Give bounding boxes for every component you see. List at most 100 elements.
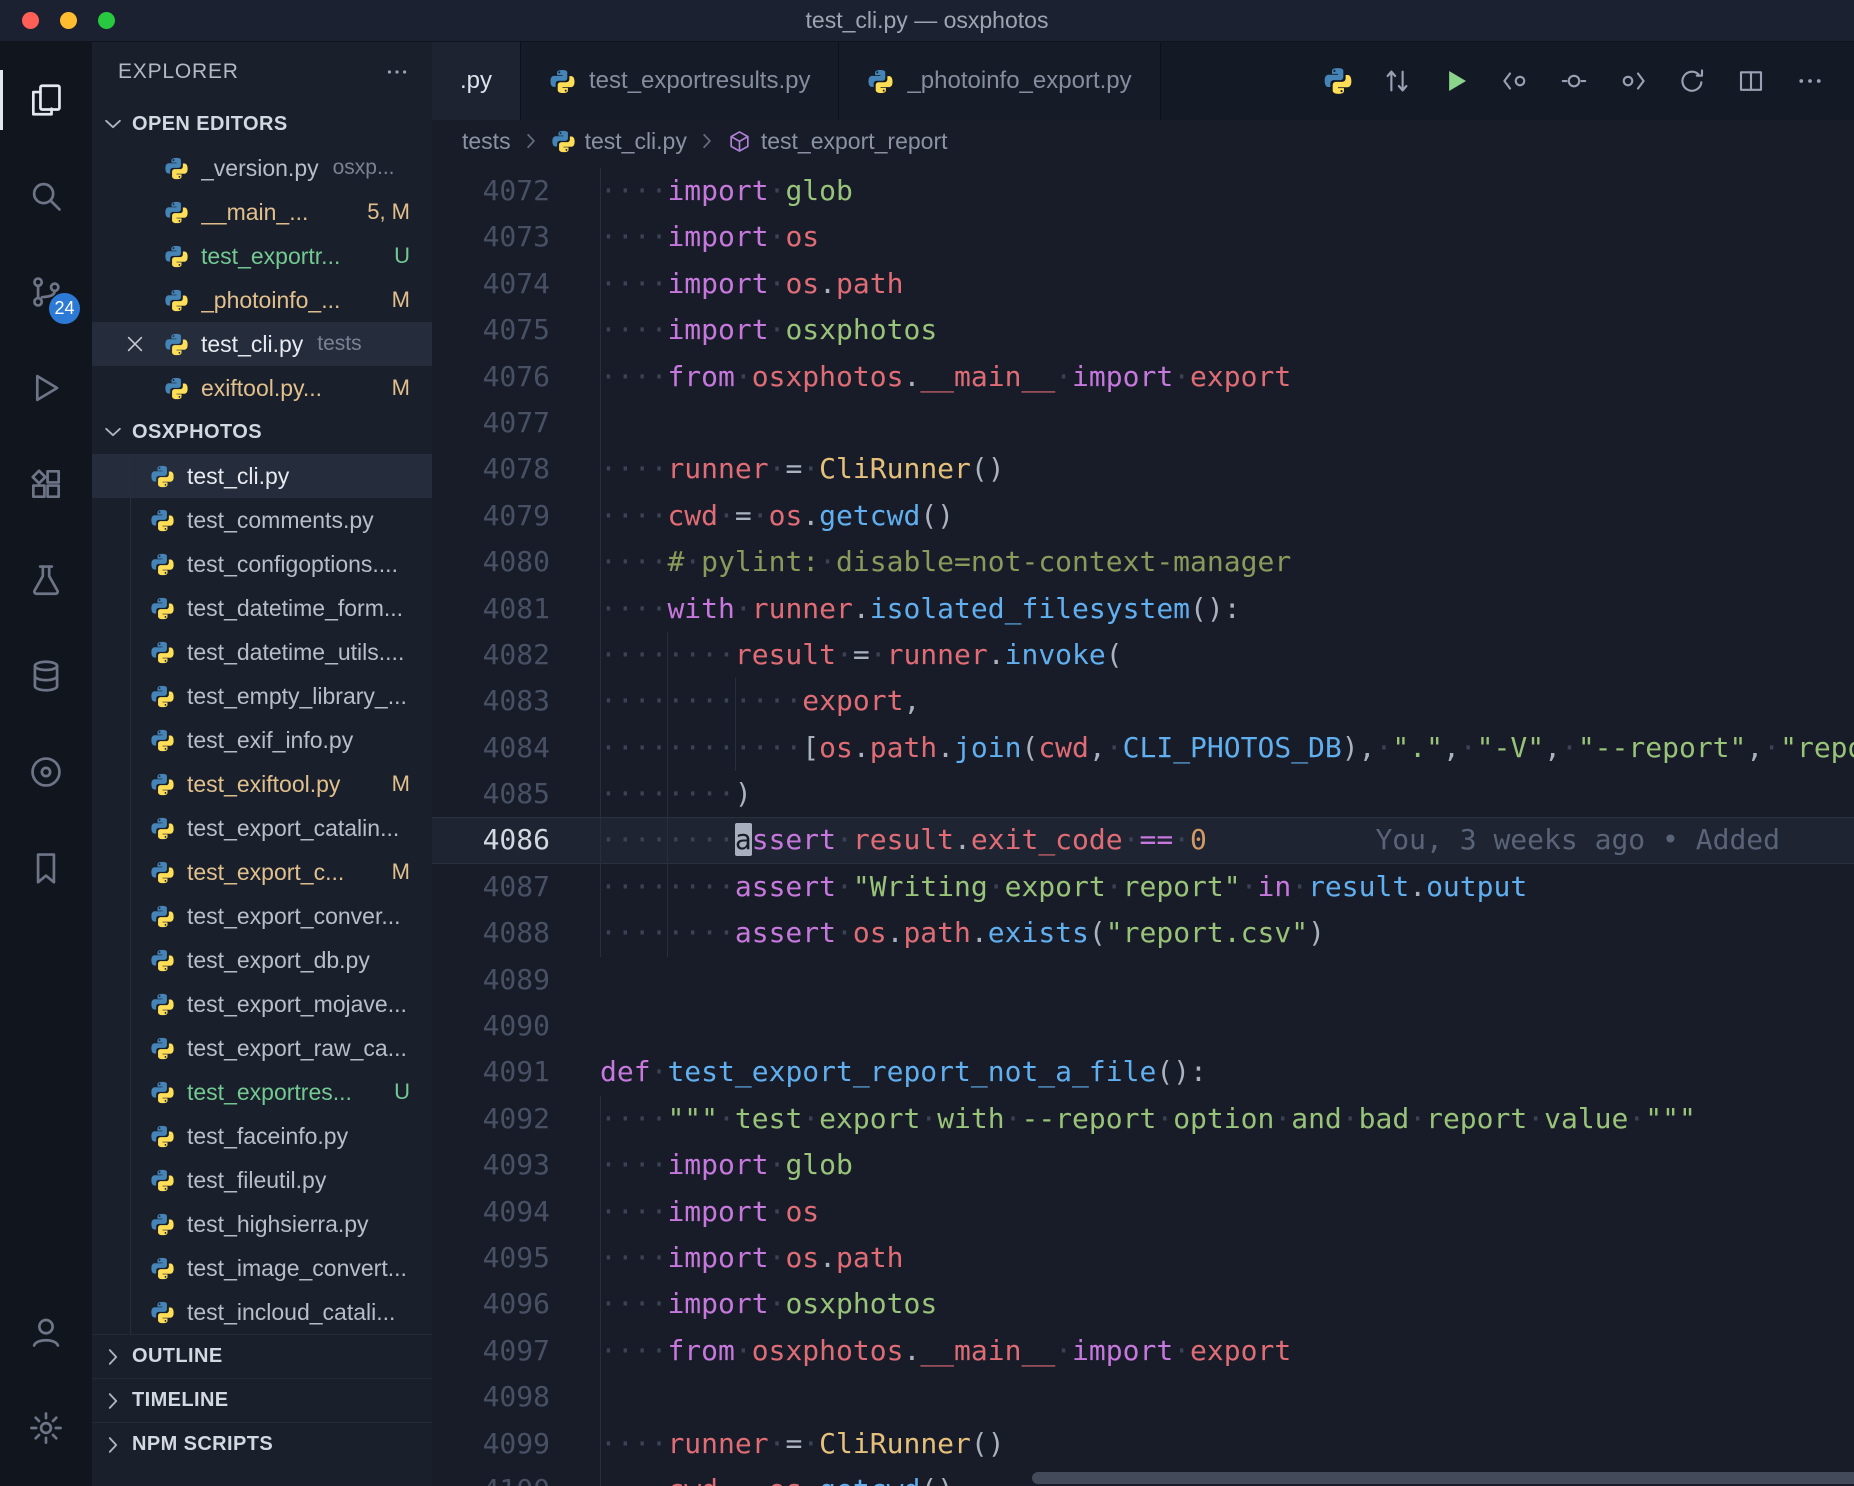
activity-bar-item-extensions[interactable] <box>0 436 92 532</box>
line-number[interactable]: 4080 <box>432 539 550 585</box>
line-number[interactable]: 4081 <box>432 586 550 632</box>
close-window-button[interactable] <box>22 12 39 29</box>
file-tree-item[interactable]: test_exif_info.py <box>92 718 432 762</box>
code-line[interactable]: 4082········result·=·runner.invoke( <box>432 632 1854 678</box>
line-number[interactable]: 4085 <box>432 771 550 817</box>
activity-bar-item-explorer[interactable] <box>0 52 92 148</box>
line-number[interactable]: 4077 <box>432 400 550 446</box>
code-line[interactable]: 4097····from·osxphotos.__main__·import·e… <box>432 1328 1854 1374</box>
activity-bar-item-run-debug[interactable] <box>0 340 92 436</box>
code-line[interactable]: 4072····import·glob <box>432 168 1854 214</box>
line-number[interactable]: 4084 <box>432 725 550 771</box>
line-number[interactable]: 4088 <box>432 910 550 956</box>
file-tree-item[interactable]: test_export_db.py <box>92 938 432 982</box>
open-editors-header[interactable]: OPEN EDITORS <box>92 102 432 146</box>
code-line[interactable]: 4077 <box>432 400 1854 446</box>
line-number[interactable]: 4091 <box>432 1049 550 1095</box>
file-tree-item[interactable]: test_export_c...M <box>92 850 432 894</box>
line-number[interactable]: 4078 <box>432 446 550 492</box>
section-header-timeline[interactable]: TIMELINE <box>92 1378 432 1422</box>
run-python-file-button[interactable] <box>1440 65 1472 97</box>
code-line[interactable]: 4076····from·osxphotos.__main__·import·e… <box>432 354 1854 400</box>
file-tree-item[interactable]: test_export_conver... <box>92 894 432 938</box>
file-tree-item[interactable]: test_export_raw_ca... <box>92 1026 432 1070</box>
file-tree-item[interactable]: test_cli.py <box>92 454 432 498</box>
file-tree-item[interactable]: test_empty_library_... <box>92 674 432 718</box>
activity-bar-item-account[interactable] <box>0 1284 92 1380</box>
file-tree-item[interactable]: test_comments.py <box>92 498 432 542</box>
open-editor-item[interactable]: __main_...5, M <box>92 190 432 234</box>
code-line[interactable]: 4073····import·os <box>432 214 1854 260</box>
code-line[interactable]: 4096····import·osxphotos <box>432 1281 1854 1327</box>
file-tree-item[interactable]: test_export_mojave... <box>92 982 432 1026</box>
section-header-outline[interactable]: OUTLINE <box>92 1334 432 1378</box>
code-line[interactable]: 4092····"""·test·export·with·--report·op… <box>432 1096 1854 1142</box>
file-tree-item[interactable]: test_export_catalin... <box>92 806 432 850</box>
code-line[interactable]: 4085········) <box>432 771 1854 817</box>
open-changes-button[interactable] <box>1381 65 1413 97</box>
line-number[interactable]: 4086 <box>432 817 550 863</box>
line-number[interactable]: 4074 <box>432 261 550 307</box>
code-line[interactable]: 4089 <box>432 957 1854 1003</box>
code-line[interactable]: 4083············export, <box>432 678 1854 724</box>
line-number[interactable]: 4090 <box>432 1003 550 1049</box>
code-line[interactable]: 4098 <box>432 1374 1854 1420</box>
file-tree-item[interactable]: test_exportres...U <box>92 1070 432 1114</box>
line-number[interactable]: 4076 <box>432 354 550 400</box>
views-and-more-actions-icon[interactable] <box>384 59 410 85</box>
code-line[interactable]: 4095····import·os.path <box>432 1235 1854 1281</box>
zoom-window-button[interactable] <box>98 12 115 29</box>
line-number[interactable]: 4073 <box>432 214 550 260</box>
code-line[interactable]: 4079····cwd·=·os.getcwd() <box>432 493 1854 539</box>
activity-bar-item-testing[interactable] <box>0 532 92 628</box>
code-line[interactable]: 4093····import·glob <box>432 1142 1854 1188</box>
line-number[interactable]: 4093 <box>432 1142 550 1188</box>
close-icon[interactable] <box>124 333 146 355</box>
line-number[interactable]: 4098 <box>432 1374 550 1420</box>
activity-bar-item-source-control[interactable]: 24 <box>0 244 92 340</box>
activity-bar-item-disc[interactable] <box>0 724 92 820</box>
code-line[interactable]: 4091def·test_export_report_not_a_file(): <box>432 1049 1854 1095</box>
file-tree-item[interactable]: test_faceinfo.py <box>92 1114 432 1158</box>
previous-change-button[interactable] <box>1499 65 1531 97</box>
split-editor-button[interactable] <box>1735 65 1767 97</box>
line-number[interactable]: 4089 <box>432 957 550 1003</box>
code-line[interactable]: 4094····import·os <box>432 1189 1854 1235</box>
file-tree-item[interactable]: test_datetime_utils.... <box>92 630 432 674</box>
line-number[interactable]: 4087 <box>432 864 550 910</box>
breadcrumb-item[interactable]: test_cli.py <box>551 128 687 155</box>
next-change-button[interactable] <box>1617 65 1649 97</box>
open-editor-item[interactable]: exiftool.py...M <box>92 366 432 410</box>
breadcrumb-item[interactable]: test_export_report <box>727 128 948 155</box>
python-extension-button[interactable] <box>1322 65 1354 97</box>
code-line[interactable]: 4075····import·osxphotos <box>432 307 1854 353</box>
line-number[interactable]: 4099 <box>432 1421 550 1467</box>
open-editor-item[interactable]: _version.pyosxp... <box>92 146 432 190</box>
line-number[interactable]: 4082 <box>432 632 550 678</box>
code-line[interactable]: 4090 <box>432 1003 1854 1049</box>
editor-tab[interactable]: _photoinfo_export.py <box>839 42 1160 120</box>
activity-bar-item-settings[interactable] <box>0 1380 92 1476</box>
code-line[interactable]: 4074····import·os.path <box>432 261 1854 307</box>
code-line[interactable]: 4084············[os.path.join(cwd,·CLI_P… <box>432 725 1854 771</box>
editor-tab[interactable]: .py <box>432 42 521 120</box>
code-line[interactable]: 4086········assert·result.exit_code·==·0… <box>432 817 1854 863</box>
activity-bar-item-bookmarks[interactable] <box>0 820 92 916</box>
folder-section-header[interactable]: OSXPHOTOS <box>92 410 432 454</box>
line-number[interactable]: 4097 <box>432 1328 550 1374</box>
section-header-npm-scripts[interactable]: NPM SCRIPTS <box>92 1422 432 1466</box>
line-number[interactable]: 4079 <box>432 493 550 539</box>
code-line[interactable]: 4080····#·pylint:·disable=not-context-ma… <box>432 539 1854 585</box>
horizontal-scrollbar[interactable] <box>1032 1472 1854 1484</box>
line-number[interactable]: 4075 <box>432 307 550 353</box>
line-number[interactable]: 4100 <box>432 1467 550 1486</box>
breadcrumb-item[interactable]: tests <box>462 128 511 155</box>
line-number[interactable]: 4094 <box>432 1189 550 1235</box>
file-tree-item[interactable]: test_incloud_catali... <box>92 1290 432 1334</box>
open-editor-item[interactable]: test_cli.pytests <box>92 322 432 366</box>
file-tree-item[interactable]: test_datetime_form... <box>92 586 432 630</box>
line-number[interactable]: 4092 <box>432 1096 550 1142</box>
activity-bar-item-search[interactable] <box>0 148 92 244</box>
restart-button[interactable] <box>1676 65 1708 97</box>
code-line[interactable]: 4099····runner·=·CliRunner() <box>432 1421 1854 1467</box>
